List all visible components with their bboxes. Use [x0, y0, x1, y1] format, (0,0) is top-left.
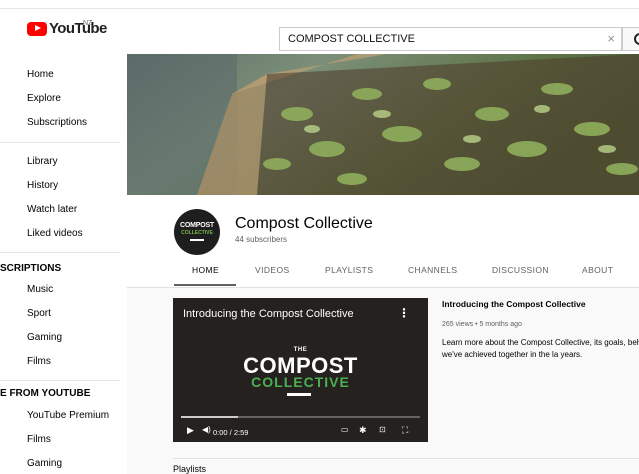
avatar-text: COMPOST [180, 222, 214, 229]
search-input[interactable]: COMPOST COLLECTIVE × [279, 27, 622, 51]
logo-text: YouTube [49, 20, 107, 37]
video-player[interactable]: Introducing the Compost Collective ⋮ THE… [173, 298, 428, 442]
video-title-overlay[interactable]: Introducing the Compost Collective [183, 308, 354, 320]
video-title[interactable]: Introducing the Compost Collective [442, 299, 586, 309]
tab-videos[interactable]: VIDEOS [255, 265, 290, 275]
sidebar-item-sport[interactable]: Sport [27, 308, 51, 319]
channel-banner [127, 54, 639, 195]
search-icon [634, 33, 639, 45]
video-time: 0:00 / 2:59 [213, 428, 249, 437]
sidebar-item-history[interactable]: History [27, 180, 58, 191]
video-meta: 265 views • 5 months ago [442, 321, 522, 328]
tab-playlists[interactable]: PLAYLISTS [325, 265, 373, 275]
fullscreen-icon[interactable]: ⛶ [402, 425, 408, 436]
sidebar-divider [0, 142, 120, 143]
video-logo-text: COLLECTIVE [251, 374, 350, 390]
sidebar-item-gaming[interactable]: Gaming [27, 458, 62, 469]
sidebar-item-films[interactable]: Films [27, 434, 51, 445]
subscriber-count: 44 subscribers [235, 235, 288, 244]
sidebar-heading-subscriptions: SCRIPTIONS [0, 263, 62, 274]
avatar-text: COLLECTIVE [181, 230, 213, 236]
cast-icon[interactable]: ⊡ [379, 425, 386, 434]
channel-name: Compost Collective [235, 215, 373, 232]
search-input-value: COMPOST COLLECTIVE [288, 33, 415, 45]
channel-avatar[interactable]: COMPOST COLLECTIVE [174, 209, 220, 255]
sidebar-item-watch-later[interactable]: Watch later [27, 204, 77, 215]
shovel-icon [287, 393, 311, 396]
video-description: Learn more about the Compost Collective,… [442, 338, 639, 359]
search-button[interactable] [622, 27, 639, 51]
more-vert-icon[interactable]: ⋮ [398, 306, 410, 320]
section-heading: Playlists [173, 464, 207, 474]
active-tab-indicator [174, 284, 236, 286]
tab-discussion[interactable]: DISCUSSION [492, 265, 549, 275]
clear-search-icon[interactable]: × [607, 31, 615, 46]
buffered-bar [181, 416, 239, 418]
captions-icon[interactable]: ▭ [341, 425, 349, 434]
sidebar-heading-more-from-youtube: E FROM YOUTUBE [0, 388, 91, 399]
play-icon[interactable]: ▶ [187, 425, 194, 436]
sidebar-item-liked-videos[interactable]: Liked videos [27, 228, 83, 239]
shovel-icon [190, 239, 204, 241]
sidebar-item-explore[interactable]: Explore [27, 93, 61, 104]
region-code: NZ [83, 20, 93, 27]
sidebar-item-youtube-premium[interactable]: YouTube Premium [27, 410, 109, 421]
browser-top-strip [0, 0, 639, 9]
tab-channels[interactable]: CHANNELS [408, 265, 458, 275]
sidebar: Home Explore Subscriptions Library Histo… [0, 54, 127, 474]
channel-header: COMPOST COLLECTIVE Compost Collective 44… [127, 195, 639, 288]
youtube-play-icon [27, 21, 47, 36]
tab-home[interactable]: HOME [192, 265, 219, 275]
section-divider [173, 458, 639, 459]
tab-about[interactable]: ABOUT [582, 265, 613, 275]
video-progress-bar[interactable] [181, 416, 420, 418]
sidebar-item-home[interactable]: Home [27, 69, 54, 80]
youtube-logo[interactable]: YouTube [27, 20, 107, 37]
settings-icon[interactable]: ✱ [359, 425, 367, 436]
sidebar-divider [0, 252, 120, 253]
sidebar-divider [0, 380, 120, 381]
sidebar-item-subscriptions[interactable]: Subscriptions [27, 117, 87, 128]
volume-icon[interactable]: ◀) [202, 425, 211, 434]
channel-page: COMPOST COLLECTIVE Compost Collective 44… [127, 54, 639, 474]
sidebar-item-films[interactable]: Films [27, 356, 51, 367]
sidebar-item-music[interactable]: Music [27, 284, 53, 295]
sidebar-item-library[interactable]: Library [27, 156, 58, 167]
sidebar-item-gaming[interactable]: Gaming [27, 332, 62, 343]
